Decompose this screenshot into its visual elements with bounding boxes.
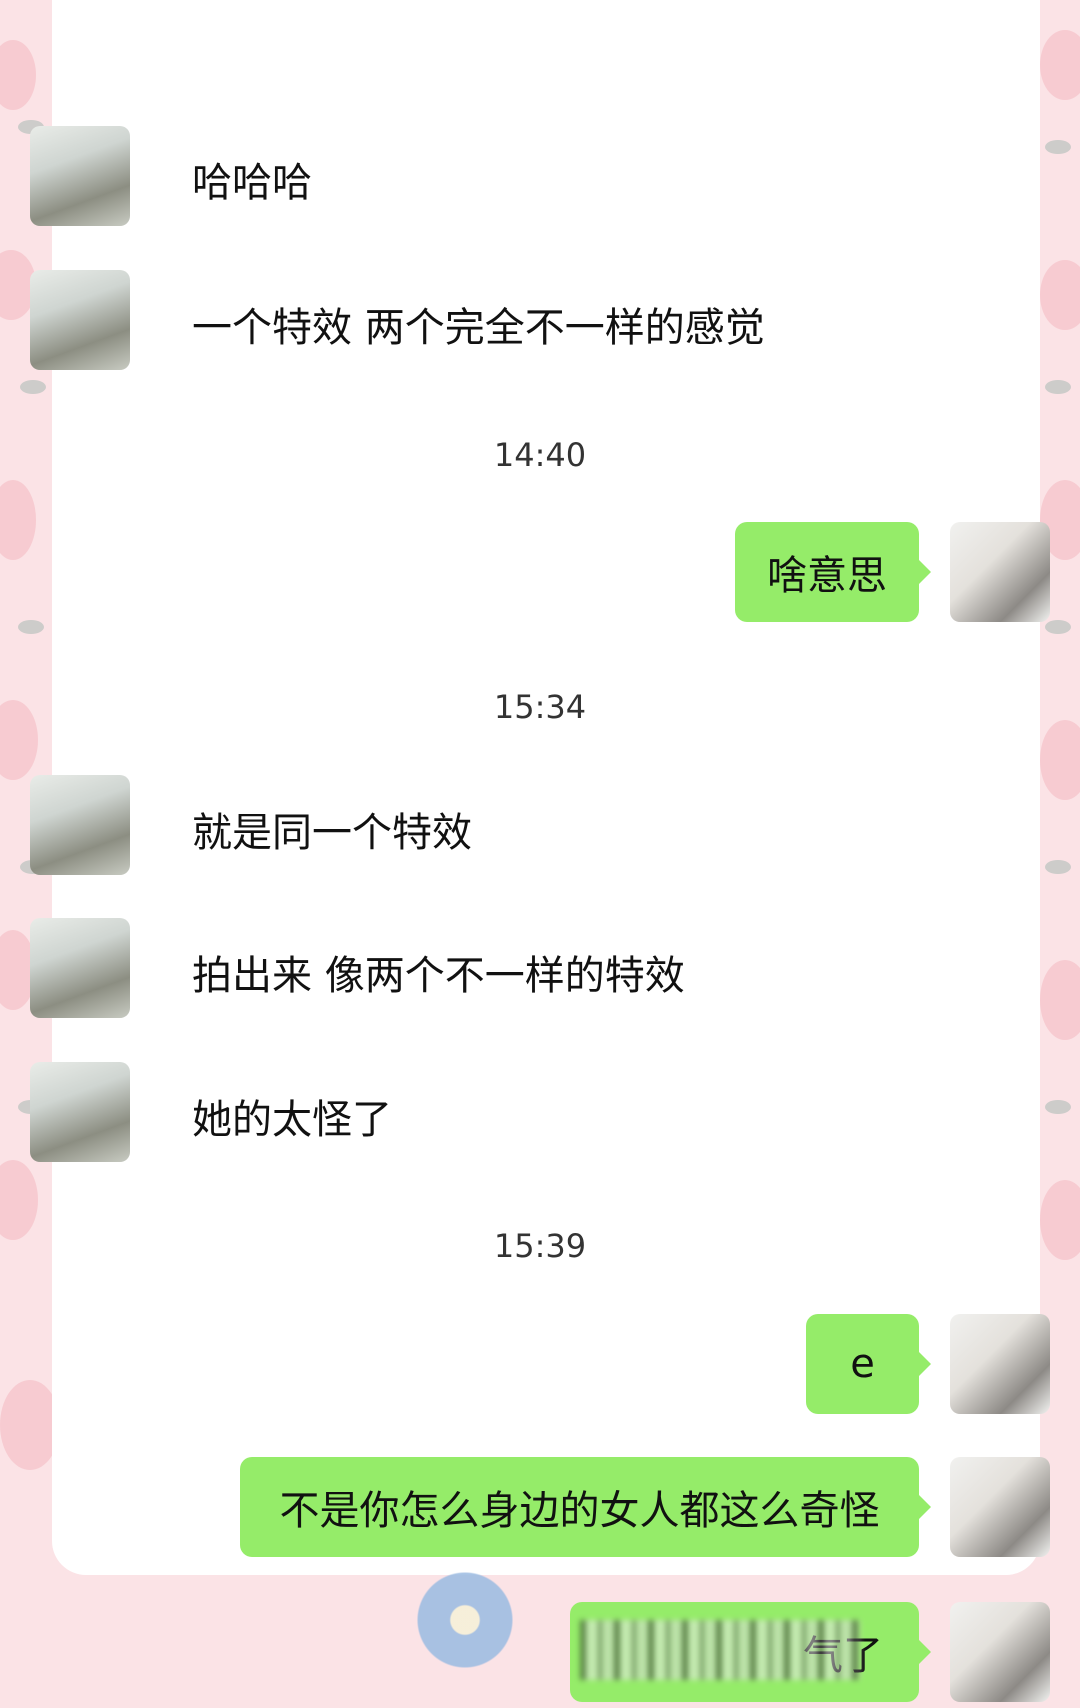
bubble-tail [917, 1638, 931, 1666]
incoming-message[interactable]: 拍出来 像两个不一样的特效 [192, 943, 685, 1001]
contact-avatar[interactable] [30, 1062, 130, 1162]
timestamp: 14:40 [493, 436, 587, 474]
incoming-message[interactable]: 一个特效 两个完全不一样的感觉 [192, 295, 765, 353]
incoming-message[interactable]: 哈哈哈 [192, 150, 312, 208]
incoming-message[interactable]: 她的太怪了 [192, 1087, 392, 1145]
decorative-heart [1040, 30, 1080, 100]
decorative-leaf [1045, 860, 1071, 874]
self-avatar[interactable] [950, 1602, 1050, 1702]
decorative-heart [1040, 260, 1080, 330]
outgoing-message-bubble[interactable]: e [806, 1314, 931, 1414]
decorative-heart [0, 40, 36, 110]
decorative-heart [1040, 720, 1080, 800]
decorative-heart [0, 480, 36, 560]
self-avatar[interactable] [950, 1314, 1050, 1414]
contact-avatar[interactable] [30, 918, 130, 1018]
outgoing-message-text: e [850, 1341, 875, 1387]
decorative-leaf [1045, 620, 1071, 634]
decorative-heart [1040, 960, 1080, 1040]
timestamp: 15:34 [493, 688, 587, 726]
decorative-leaf [1045, 140, 1071, 154]
bubble-tail [917, 558, 931, 586]
decorative-leaf [1045, 380, 1071, 394]
decorative-heart [0, 1380, 60, 1470]
bubble-tail [917, 1350, 931, 1378]
contact-avatar[interactable] [30, 126, 130, 226]
self-avatar[interactable] [950, 1457, 1050, 1557]
decorative-leaf [1045, 1100, 1071, 1114]
blurred-overlay [580, 1620, 860, 1680]
contact-avatar[interactable] [30, 270, 130, 370]
self-avatar[interactable] [950, 522, 1050, 622]
contact-avatar[interactable] [30, 775, 130, 875]
timestamp: 15:39 [493, 1227, 587, 1265]
incoming-message[interactable]: 就是同一个特效 [192, 800, 472, 858]
decorative-flower [410, 1565, 520, 1675]
outgoing-message-bubble[interactable]: 不是你怎么身边的女人都这么奇怪 [240, 1457, 931, 1557]
outgoing-message-text: 不是你怎么身边的女人都这么奇怪 [279, 1488, 880, 1534]
outgoing-message-bubble[interactable]: 啥意思 [735, 522, 931, 622]
outgoing-message-text: 啥意思 [767, 553, 887, 599]
decorative-leaf [18, 620, 44, 634]
decorative-leaf [20, 380, 46, 394]
bubble-tail [917, 1493, 931, 1521]
